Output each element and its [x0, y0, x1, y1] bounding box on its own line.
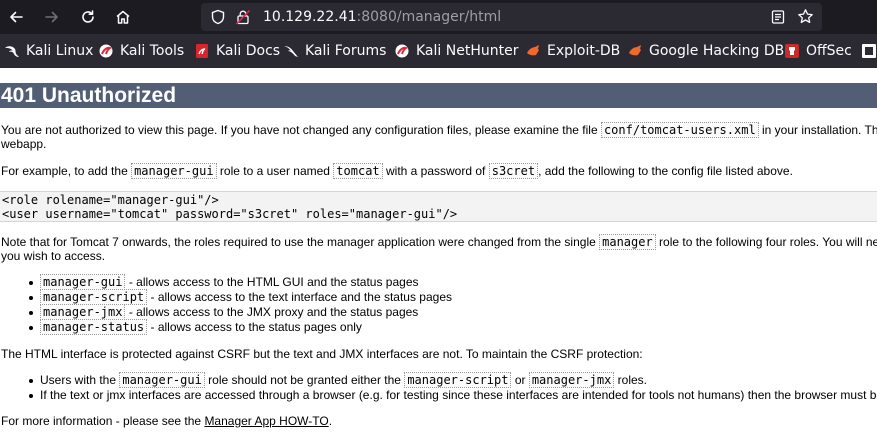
bookmark-label: OffSec	[806, 43, 852, 59]
bookmark-label: Kali Docs	[216, 43, 281, 59]
back-arrow-icon	[10, 11, 23, 23]
list-item: manager-script - allows access to the te…	[28, 289, 452, 305]
username-code: tomcat	[333, 163, 383, 179]
roles-note-text: Note that for Tomcat 7 onwards, the role…	[1, 235, 600, 249]
bookmark-google-hacking-db[interactable]: Google Hacking DB	[627, 42, 784, 60]
reload-icon	[82, 10, 94, 23]
bookmark-label: Google Hacking DB	[649, 43, 785, 59]
back-button[interactable]	[4, 5, 28, 29]
intro-text-tail: in your installation. That	[758, 123, 877, 137]
list-item: manager-gui - allows access to the HTML …	[28, 274, 452, 290]
bookmark-exploit-db[interactable]: Exploit-DB	[525, 42, 620, 60]
exploit-db-icon	[527, 45, 539, 56]
roles-note-text-tail: role to the following four roles. You wi…	[655, 235, 877, 249]
csrf-text: If the text or jmx interfaces are access…	[40, 388, 877, 402]
url-host: 10.129.22.41	[263, 9, 357, 25]
csrf-text: role should not be granted either the	[204, 373, 405, 387]
reader-view-icon[interactable]	[770, 9, 786, 25]
roles-list: manager-gui - allows access to the HTML …	[28, 274, 452, 335]
example-paragraph: For example, to add the manager-gui role…	[1, 163, 793, 179]
role-description: - allows access to the JMX proxy and the…	[125, 305, 419, 319]
bookmark-offsec[interactable]: OffSec	[784, 42, 852, 60]
bookmark-kali-tools[interactable]: Kali Tools	[98, 42, 184, 60]
page-content: 401 Unauthorized You are not authorized …	[0, 69, 877, 441]
url-path: :8080/manager/html	[356, 9, 502, 25]
bookmark-kali-forums[interactable]: Kali Forums	[283, 42, 386, 60]
role-description: - allows access to the status pages only	[147, 320, 362, 334]
manager-howto-link[interactable]: Manager App HOW-TO	[204, 414, 328, 428]
reload-button[interactable]	[76, 5, 100, 29]
manager-role-code: manager	[599, 234, 656, 250]
list-item: If the text or jmx interfaces are access…	[28, 388, 877, 403]
csrf-text: Users with the	[40, 373, 120, 387]
forward-button[interactable]	[40, 5, 64, 29]
more-info-text: For more information - please see the	[1, 414, 205, 428]
intro-text: You are not authorized to view this page…	[1, 123, 601, 137]
browser-toolbar: 10.129.22.41:8080/manager/html	[0, 0, 877, 34]
bookmark-label: Exploit-DB	[547, 43, 621, 59]
config-file-code: conf/tomcat-users.xml	[600, 122, 759, 138]
example-text: role to a user named	[216, 164, 334, 178]
example-text: , add the following to the config file l…	[538, 164, 793, 178]
roles-note-line2: you wish to access.	[1, 249, 106, 263]
page-title: 401 Unauthorized	[0, 83, 877, 108]
config-line-role: <role rolename="manager-gui"/>	[2, 193, 219, 207]
forward-arrow-icon	[45, 11, 58, 23]
list-item: manager-jmx - allows access to the JMX p…	[28, 304, 452, 320]
example-text: with a password of	[382, 164, 489, 178]
role-name-code: manager-script	[404, 372, 512, 388]
config-example-block: <role rolename="manager-gui"/> <user use…	[0, 191, 877, 222]
role-code: manager-gui	[131, 163, 217, 179]
shield-icon[interactable]	[210, 9, 226, 25]
kali-tools-icon	[99, 44, 113, 58]
address-bar[interactable]: 10.129.22.41:8080/manager/html	[201, 3, 822, 31]
home-icon	[116, 10, 130, 24]
csrf-text: or	[511, 373, 529, 387]
bookmark-kali-docs[interactable]: Kali Docs	[194, 42, 280, 60]
role-name-code: manager-status	[40, 319, 148, 335]
bookmark-label: Kali Tools	[120, 43, 185, 59]
kali-docs-icon	[196, 44, 208, 58]
bookmark-kali-linux[interactable]: Kali Linux	[4, 42, 93, 60]
home-button[interactable]	[111, 5, 135, 29]
url-text[interactable]: 10.129.22.41:8080/manager/html	[263, 9, 501, 25]
example-text: For example, to add the	[1, 164, 132, 178]
password-code: s3cret	[488, 163, 539, 179]
kali-dragon-icon	[5, 46, 19, 57]
list-item: manager-status - allows access to the st…	[28, 319, 452, 335]
csrf-paragraph: The HTML interface is protected against …	[1, 347, 643, 361]
csrf-text: roles.	[614, 373, 647, 387]
config-line-user: <user username="tomcat" password="s3cret…	[2, 207, 458, 221]
more-info-paragraph: For more information - please see the Ma…	[1, 414, 332, 428]
more-info-period: .	[328, 414, 333, 428]
role-description: - allows access to the HTML GUI and the …	[125, 275, 419, 289]
role-name-code: manager-jmx	[528, 372, 615, 388]
list-item: Users with the manager-gui role should n…	[28, 372, 877, 388]
kali-nethunter-icon	[395, 44, 409, 58]
bookmark-kali-nethunter[interactable]: Kali NetHunter	[394, 42, 518, 60]
bookmark-overflow[interactable]	[861, 42, 877, 60]
roles-note-paragraph: Note that for Tomcat 7 onwards, the role…	[1, 234, 877, 250]
bookmark-star-icon[interactable]	[797, 8, 814, 25]
role-name-code: manager-gui	[119, 372, 205, 388]
role-name-code: manager-jmx	[40, 304, 126, 320]
offsec-icon	[785, 44, 799, 58]
insecure-lock-icon[interactable]	[235, 9, 251, 25]
kali-forums-icon	[284, 46, 298, 57]
csrf-list: Users with the manager-gui role should n…	[28, 372, 877, 403]
bookmark-label: Kali Linux	[26, 43, 94, 59]
bookmark-label: Kali Forums	[305, 43, 387, 59]
ghdb-icon	[629, 45, 641, 56]
role-name-code: manager-gui	[40, 274, 126, 290]
role-description: - allows access to the text interface an…	[147, 290, 452, 304]
intro-paragraph-line2: webapp.	[1, 137, 47, 151]
bookmarks-toolbar: Kali Linux Kali Tools Kali Docs Kali For…	[0, 34, 877, 68]
bookmark-label: Kali NetHunter	[416, 43, 519, 59]
role-name-code: manager-script	[40, 289, 148, 305]
bookmark-folder-icon	[862, 44, 876, 58]
intro-paragraph: You are not authorized to view this page…	[1, 122, 877, 138]
